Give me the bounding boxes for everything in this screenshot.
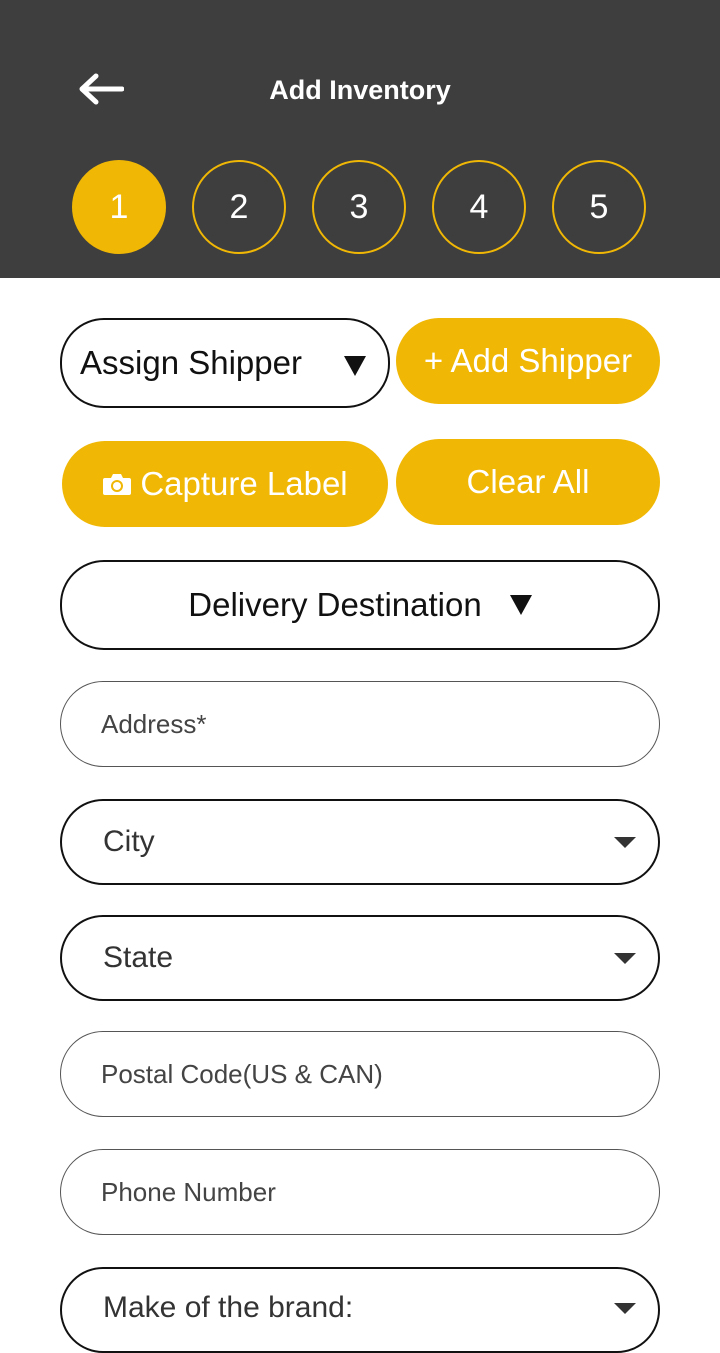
arrow-left-icon: [79, 73, 124, 105]
app-header: Add Inventory 1 2 3 4 5: [0, 0, 720, 278]
state-label: State: [103, 941, 174, 974]
back-button[interactable]: [72, 64, 128, 114]
add-shipper-label: + Add Shipper: [423, 342, 633, 379]
step-4[interactable]: 4: [432, 160, 526, 254]
delivery-destination-dropdown[interactable]: Delivery Destination: [60, 560, 660, 650]
address-input[interactable]: Address*: [60, 681, 660, 767]
chevron-down-icon: [614, 953, 636, 964]
step-3[interactable]: 3: [312, 160, 406, 254]
city-label: City: [103, 825, 155, 858]
capture-label-button[interactable]: Capture Label: [62, 441, 388, 527]
address-placeholder: Address*: [101, 708, 207, 739]
triangle-down-icon: [509, 595, 532, 615]
brand-make-dropdown[interactable]: Make of the brand:: [60, 1267, 660, 1353]
phone-number-input[interactable]: Phone Number: [60, 1149, 660, 1235]
postal-code-placeholder: Postal Code(US & CAN): [101, 1058, 383, 1089]
clear-all-label: Clear All: [466, 463, 590, 500]
assign-shipper-label: Assign Shipper: [80, 344, 302, 381]
phone-number-placeholder: Phone Number: [101, 1176, 276, 1207]
clear-all-button[interactable]: Clear All: [396, 439, 660, 525]
step-1[interactable]: 1: [72, 160, 166, 254]
chevron-down-icon: [614, 837, 636, 848]
step-5[interactable]: 5: [552, 160, 646, 254]
step-2[interactable]: 2: [192, 160, 286, 254]
capture-label-text: Capture Label: [140, 465, 348, 502]
delivery-destination-label: Delivery Destination: [188, 586, 482, 623]
city-dropdown[interactable]: City: [60, 799, 660, 885]
page-title: Add Inventory: [269, 75, 451, 105]
postal-code-input[interactable]: Postal Code(US & CAN): [60, 1031, 660, 1117]
triangle-down-icon: [344, 356, 366, 376]
camera-icon: [103, 474, 132, 495]
brand-make-label: Make of the brand:: [103, 1291, 354, 1324]
assign-shipper-dropdown[interactable]: Assign Shipper: [60, 318, 390, 408]
state-dropdown[interactable]: State: [60, 915, 660, 1001]
add-shipper-button[interactable]: + Add Shipper: [396, 318, 660, 404]
